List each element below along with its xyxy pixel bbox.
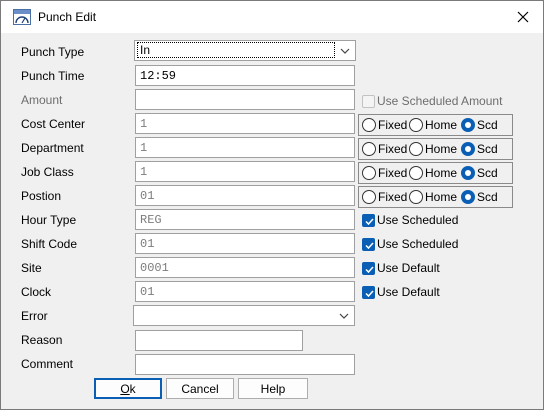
cost-center-input[interactable]: 1: [135, 113, 355, 134]
checkmark-icon: [365, 266, 374, 274]
shift-code-use-scheduled-label: Use Scheduled: [377, 237, 459, 251]
checkmark-icon: [365, 242, 374, 250]
hour-type-input[interactable]: REG: [135, 209, 355, 230]
site-use-default-checkbox[interactable]: [362, 262, 375, 275]
chevron-down-icon: [339, 45, 351, 57]
use-scheduled-amount-label: Use Scheduled Amount: [377, 94, 503, 108]
job-class-home-radio[interactable]: [409, 166, 423, 180]
cancel-button[interactable]: Cancel: [166, 378, 234, 399]
position-scd-radio[interactable]: [461, 190, 475, 204]
fixed-label: Fixed: [378, 142, 408, 156]
job-class-radio-group: Fixed Home Scd: [358, 162, 513, 184]
amount-label: Amount: [21, 93, 63, 107]
position-input[interactable]: 01: [135, 185, 355, 206]
shift-code-label: Shift Code: [21, 237, 78, 251]
chevron-down-icon: [338, 310, 350, 322]
cost-center-radio-group: Fixed Home Scd: [358, 114, 513, 136]
shift-code-input[interactable]: 01: [135, 233, 355, 254]
home-label: Home: [425, 166, 458, 180]
punch-type-select[interactable]: In: [134, 40, 356, 61]
punch-edit-dialog: Punch Edit Punch Type In Punch Time 12:5…: [0, 0, 544, 410]
reason-input[interactable]: [135, 330, 303, 351]
site-label: Site: [21, 261, 42, 275]
department-radio-group: Fixed Home Scd: [358, 138, 513, 160]
site-input[interactable]: 0001: [135, 257, 355, 278]
department-home-radio[interactable]: [409, 142, 423, 156]
department-input[interactable]: 1: [135, 137, 355, 158]
clock-use-default-checkbox[interactable]: [362, 286, 375, 299]
punch-type-label: Punch Type: [21, 45, 85, 59]
department-scd-radio[interactable]: [461, 142, 475, 156]
job-class-scd-radio[interactable]: [461, 166, 475, 180]
reason-label: Reason: [21, 333, 63, 347]
position-home-radio[interactable]: [409, 190, 423, 204]
checkmark-icon: [365, 290, 374, 298]
cost-center-label: Cost Center: [21, 117, 86, 131]
department-label: Department: [21, 141, 84, 155]
window-title: Punch Edit: [38, 10, 97, 24]
comment-label: Comment: [21, 357, 74, 371]
scd-label: Scd: [477, 190, 498, 204]
job-class-label: Job Class: [21, 165, 74, 179]
ok-button[interactable]: Ok: [94, 378, 162, 399]
ok-mnemonic: O: [120, 381, 130, 396]
help-button[interactable]: Help: [238, 378, 308, 399]
ok-label-rest: k: [129, 381, 136, 396]
punch-time-label: Punch Time: [21, 69, 85, 83]
fixed-label: Fixed: [378, 190, 408, 204]
punch-type-value: In: [137, 42, 335, 58]
scd-label: Scd: [477, 166, 498, 180]
home-label: Home: [425, 190, 458, 204]
fixed-label: Fixed: [378, 118, 408, 132]
use-scheduled-amount-checkbox[interactable]: [362, 95, 375, 108]
department-fixed-radio[interactable]: [362, 142, 376, 156]
hour-type-use-scheduled-label: Use Scheduled: [377, 213, 459, 227]
position-fixed-radio[interactable]: [362, 190, 376, 204]
clock-use-default-label: Use Default: [377, 285, 440, 299]
position-radio-group: Fixed Home Scd: [358, 186, 513, 208]
position-label: Postion: [21, 189, 62, 203]
comment-input[interactable]: [135, 354, 355, 375]
error-label: Error: [21, 309, 48, 323]
clock-app-icon: [13, 9, 31, 25]
amount-input[interactable]: [135, 89, 355, 110]
checkmark-icon: [365, 218, 374, 226]
punch-time-input[interactable]: 12:59: [135, 65, 355, 86]
clock-input[interactable]: 01: [135, 281, 355, 302]
scd-label: Scd: [477, 142, 498, 156]
hour-type-use-scheduled-checkbox[interactable]: [362, 214, 375, 227]
cost-center-fixed-radio[interactable]: [362, 118, 376, 132]
home-label: Home: [425, 142, 458, 156]
hour-type-label: Hour Type: [21, 213, 77, 227]
cost-center-home-radio[interactable]: [409, 118, 423, 132]
clock-label: Clock: [21, 285, 52, 299]
title-bar[interactable]: Punch Edit: [1, 1, 543, 33]
scd-label: Scd: [477, 118, 498, 132]
fixed-label: Fixed: [378, 166, 408, 180]
shift-code-use-scheduled-checkbox[interactable]: [362, 238, 375, 251]
site-use-default-label: Use Default: [377, 261, 440, 275]
error-select[interactable]: [133, 305, 355, 326]
close-icon[interactable]: [503, 1, 543, 33]
cost-center-scd-radio[interactable]: [461, 118, 475, 132]
job-class-fixed-radio[interactable]: [362, 166, 376, 180]
job-class-input[interactable]: 1: [135, 161, 355, 182]
home-label: Home: [425, 118, 458, 132]
